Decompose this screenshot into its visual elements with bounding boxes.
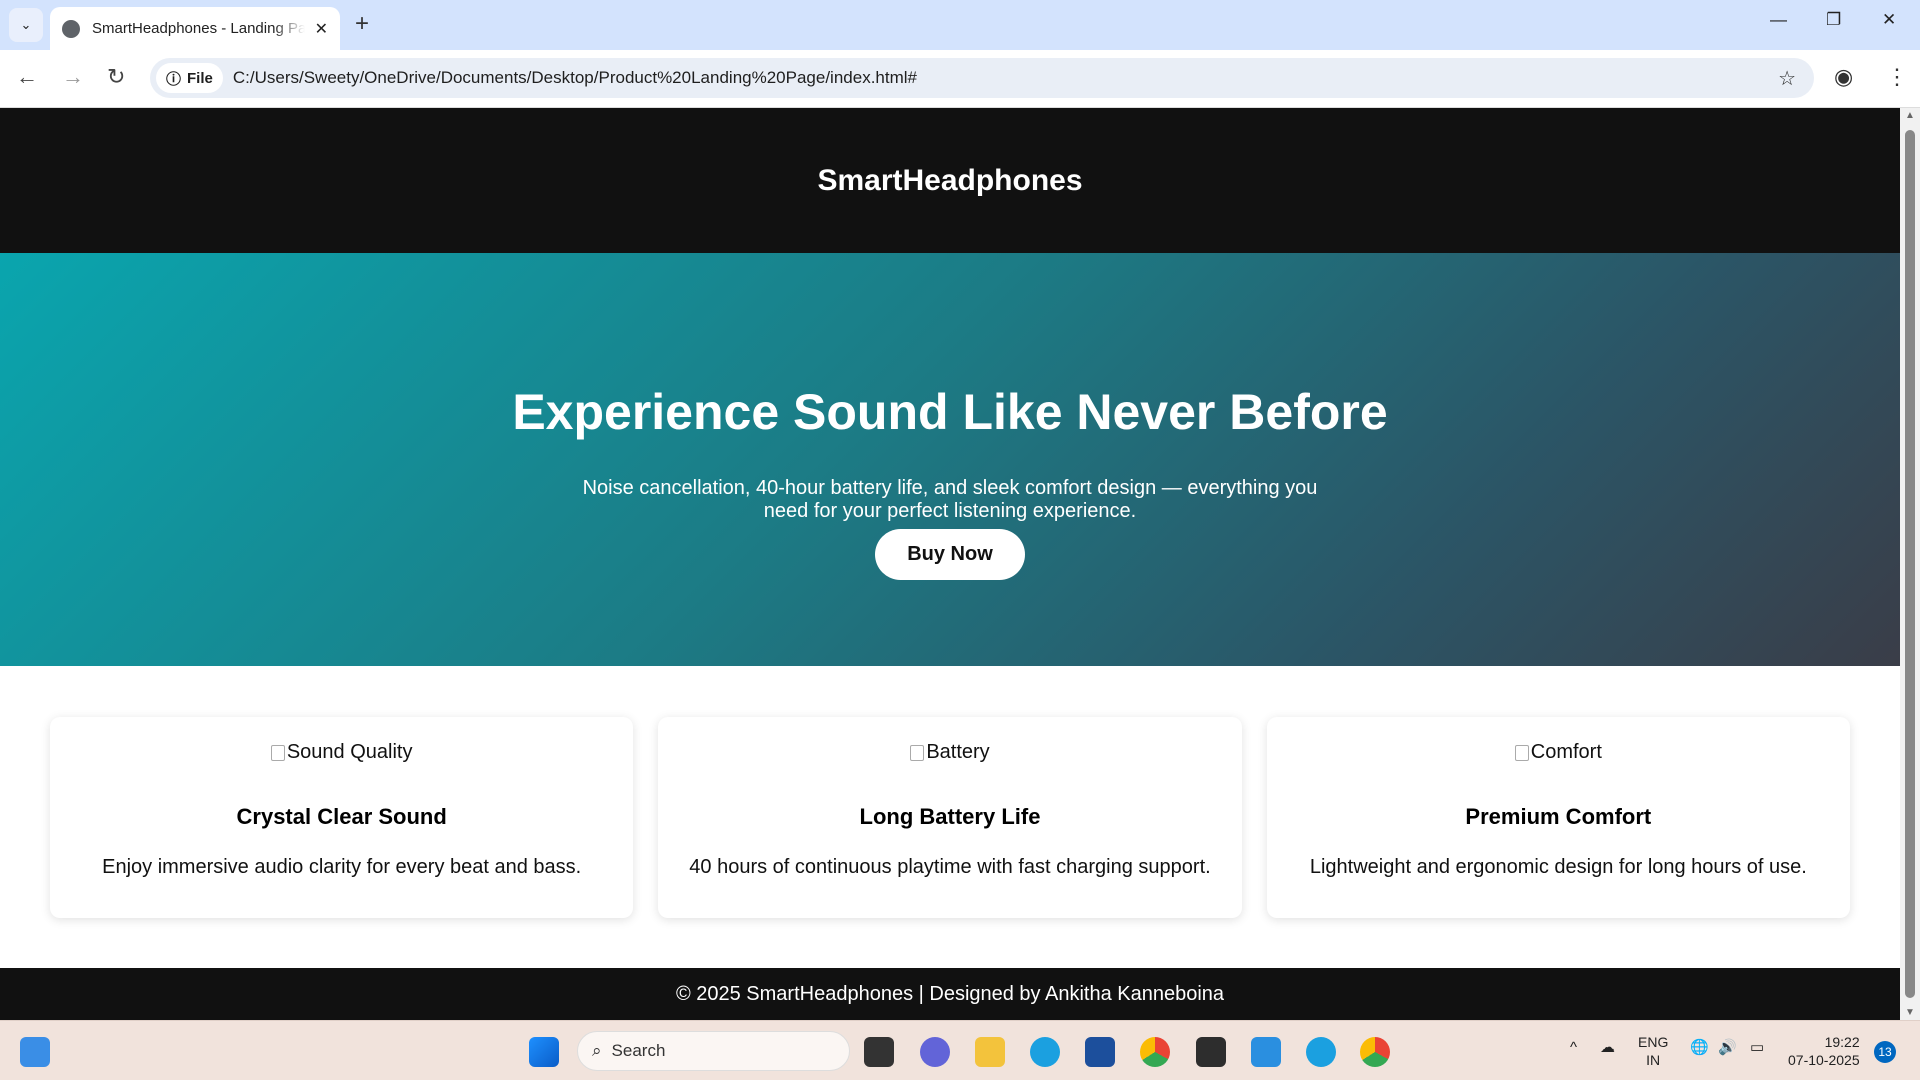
feature-text: Enjoy immersive audio clarity for every … <box>102 855 582 878</box>
tab-title: SmartHeadphones - Landing Page <box>92 20 305 37</box>
feature-title: Crystal Clear Sound <box>236 803 447 829</box>
hero-title: Experience Sound Like Never Before <box>512 384 1388 440</box>
hero-subtitle: Noise cancellation, 40-hour battery life… <box>582 477 1318 522</box>
buy-now-button[interactable]: Buy Now <box>875 529 1025 580</box>
tab-bar: ⌄ SmartHeadphones - Landing Page ✕ + — ❐… <box>0 0 1920 50</box>
store-icon[interactable] <box>1085 1037 1115 1067</box>
scroll-up-icon[interactable]: ▲ <box>1905 110 1915 121</box>
broken-image-icon <box>1514 744 1529 761</box>
widgets-icon[interactable] <box>20 1037 50 1067</box>
close-window-button[interactable]: ✕ <box>1882 10 1896 30</box>
brand-title: SmartHeadphones <box>817 163 1083 197</box>
menu-icon[interactable]: ⋮ <box>1886 64 1908 90</box>
time-text: 19:22 <box>1824 1034 1860 1050</box>
scroll-thumb[interactable] <box>1905 130 1915 998</box>
feature-title: Long Battery Life <box>859 803 1041 829</box>
tray-overflow-icon[interactable]: ^ <box>1570 1039 1577 1057</box>
network-icon[interactable]: 🌐 <box>1690 1039 1709 1057</box>
file-explorer-icon[interactable] <box>975 1037 1005 1067</box>
battery-icon[interactable]: ▭ <box>1750 1039 1764 1057</box>
language-indicator[interactable]: ENG IN <box>1638 1033 1668 1069</box>
task-view-icon[interactable] <box>864 1037 894 1067</box>
profile-icon[interactable]: ◉ <box>1834 64 1853 90</box>
url-text[interactable]: C:/Users/Sweety/OneDrive/Documents/Deskt… <box>233 68 917 88</box>
feature-card: Sound Quality Crystal Clear Sound Enjoy … <box>50 717 634 918</box>
onedrive-icon[interactable]: ☁ <box>1600 1039 1615 1057</box>
feature-card: Battery Long Battery Life 40 hours of co… <box>658 717 1242 918</box>
feature-text: Lightweight and ergonomic design for lon… <box>1309 855 1807 878</box>
start-icon[interactable] <box>529 1037 559 1067</box>
chat-icon[interactable] <box>920 1037 950 1067</box>
address-bar[interactable]: ⓘ File C:/Users/Sweety/OneDrive/Documents… <box>150 58 1814 98</box>
lang-text: ENG <box>1638 1034 1669 1050</box>
page-scrollbar[interactable]: ▲ ▼ <box>1900 108 1920 1020</box>
footer-text: © 2025 SmartHeadphones | Designed by Ank… <box>675 982 1225 1005</box>
feature-text: 40 hours of continuous playtime with fas… <box>689 855 1211 878</box>
broken-image-icon <box>270 744 285 761</box>
bookmark-star-icon[interactable]: ☆ <box>1778 66 1796 91</box>
minimize-button[interactable]: — <box>1770 10 1787 30</box>
hero-section: Experience Sound Like Never Before Noise… <box>0 253 1900 666</box>
notification-badge[interactable]: 13 <box>1874 1041 1896 1063</box>
web-page: SmartHeadphones Experience Sound Like Ne… <box>0 108 1900 1020</box>
restore-button[interactable]: ❐ <box>1826 10 1841 30</box>
image-alt-text: Sound Quality <box>286 741 413 763</box>
image-alt-text: Comfort <box>1530 741 1602 763</box>
edge-dev-icon[interactable] <box>1306 1037 1336 1067</box>
feature-card: Comfort Premium Comfort Lightweight and … <box>1266 717 1850 918</box>
broken-image: Sound Quality <box>270 741 413 764</box>
chrome-icon[interactable] <box>1360 1037 1390 1067</box>
site-footer: © 2025 SmartHeadphones | Designed by Ank… <box>0 968 1900 1020</box>
clock[interactable]: 19:22 07-10-2025 <box>1788 1033 1860 1069</box>
close-tab-icon[interactable]: ✕ <box>315 19 328 39</box>
search-icon: ⌕ <box>592 1041 602 1060</box>
browser-toolbar: ← → ↻ ⓘ File C:/Users/Sweety/OneDrive/Doc… <box>0 50 1920 108</box>
chrome-profile-icon[interactable] <box>1140 1037 1170 1067</box>
region-text: IN <box>1646 1052 1661 1068</box>
volume-icon[interactable]: 🔊 <box>1718 1039 1737 1057</box>
edge-icon[interactable] <box>1030 1037 1060 1067</box>
broken-image: Battery <box>910 741 990 764</box>
vscode-icon[interactable] <box>1251 1037 1281 1067</box>
search-placeholder: Search <box>611 1041 666 1060</box>
features-section: Sound Quality Crystal Clear Sound Enjoy … <box>0 666 1900 968</box>
scroll-down-icon[interactable]: ▼ <box>1905 1007 1915 1018</box>
reload-button[interactable]: ↻ <box>107 64 125 90</box>
taskbar: ⌕ Search ^ ☁ ENG IN 🌐 🔊 ▭ 19:22 07-10-2025 … <box>0 1020 1920 1080</box>
site-info-label: File <box>187 69 213 87</box>
site-info-chip[interactable]: ⓘ File <box>156 63 223 93</box>
tab-search-dropdown[interactable]: ⌄ <box>9 8 43 42</box>
feature-title: Premium Comfort <box>1465 803 1652 829</box>
info-icon: ⓘ <box>166 70 182 88</box>
site-header: SmartHeadphones <box>0 108 1900 253</box>
image-alt-text: Battery <box>926 741 990 763</box>
globe-icon <box>62 19 80 38</box>
broken-image: Comfort <box>1514 741 1602 764</box>
forward-button[interactable]: → <box>62 64 84 90</box>
active-tab[interactable]: SmartHeadphones - Landing Page ✕ <box>50 7 340 50</box>
broken-image-icon <box>910 744 925 761</box>
terminal-icon[interactable] <box>1196 1037 1226 1067</box>
date-text: 07-10-2025 <box>1788 1052 1860 1068</box>
back-button[interactable]: ← <box>16 64 38 90</box>
taskbar-search[interactable]: ⌕ Search <box>577 1031 850 1071</box>
new-tab-button[interactable]: + <box>355 10 369 38</box>
